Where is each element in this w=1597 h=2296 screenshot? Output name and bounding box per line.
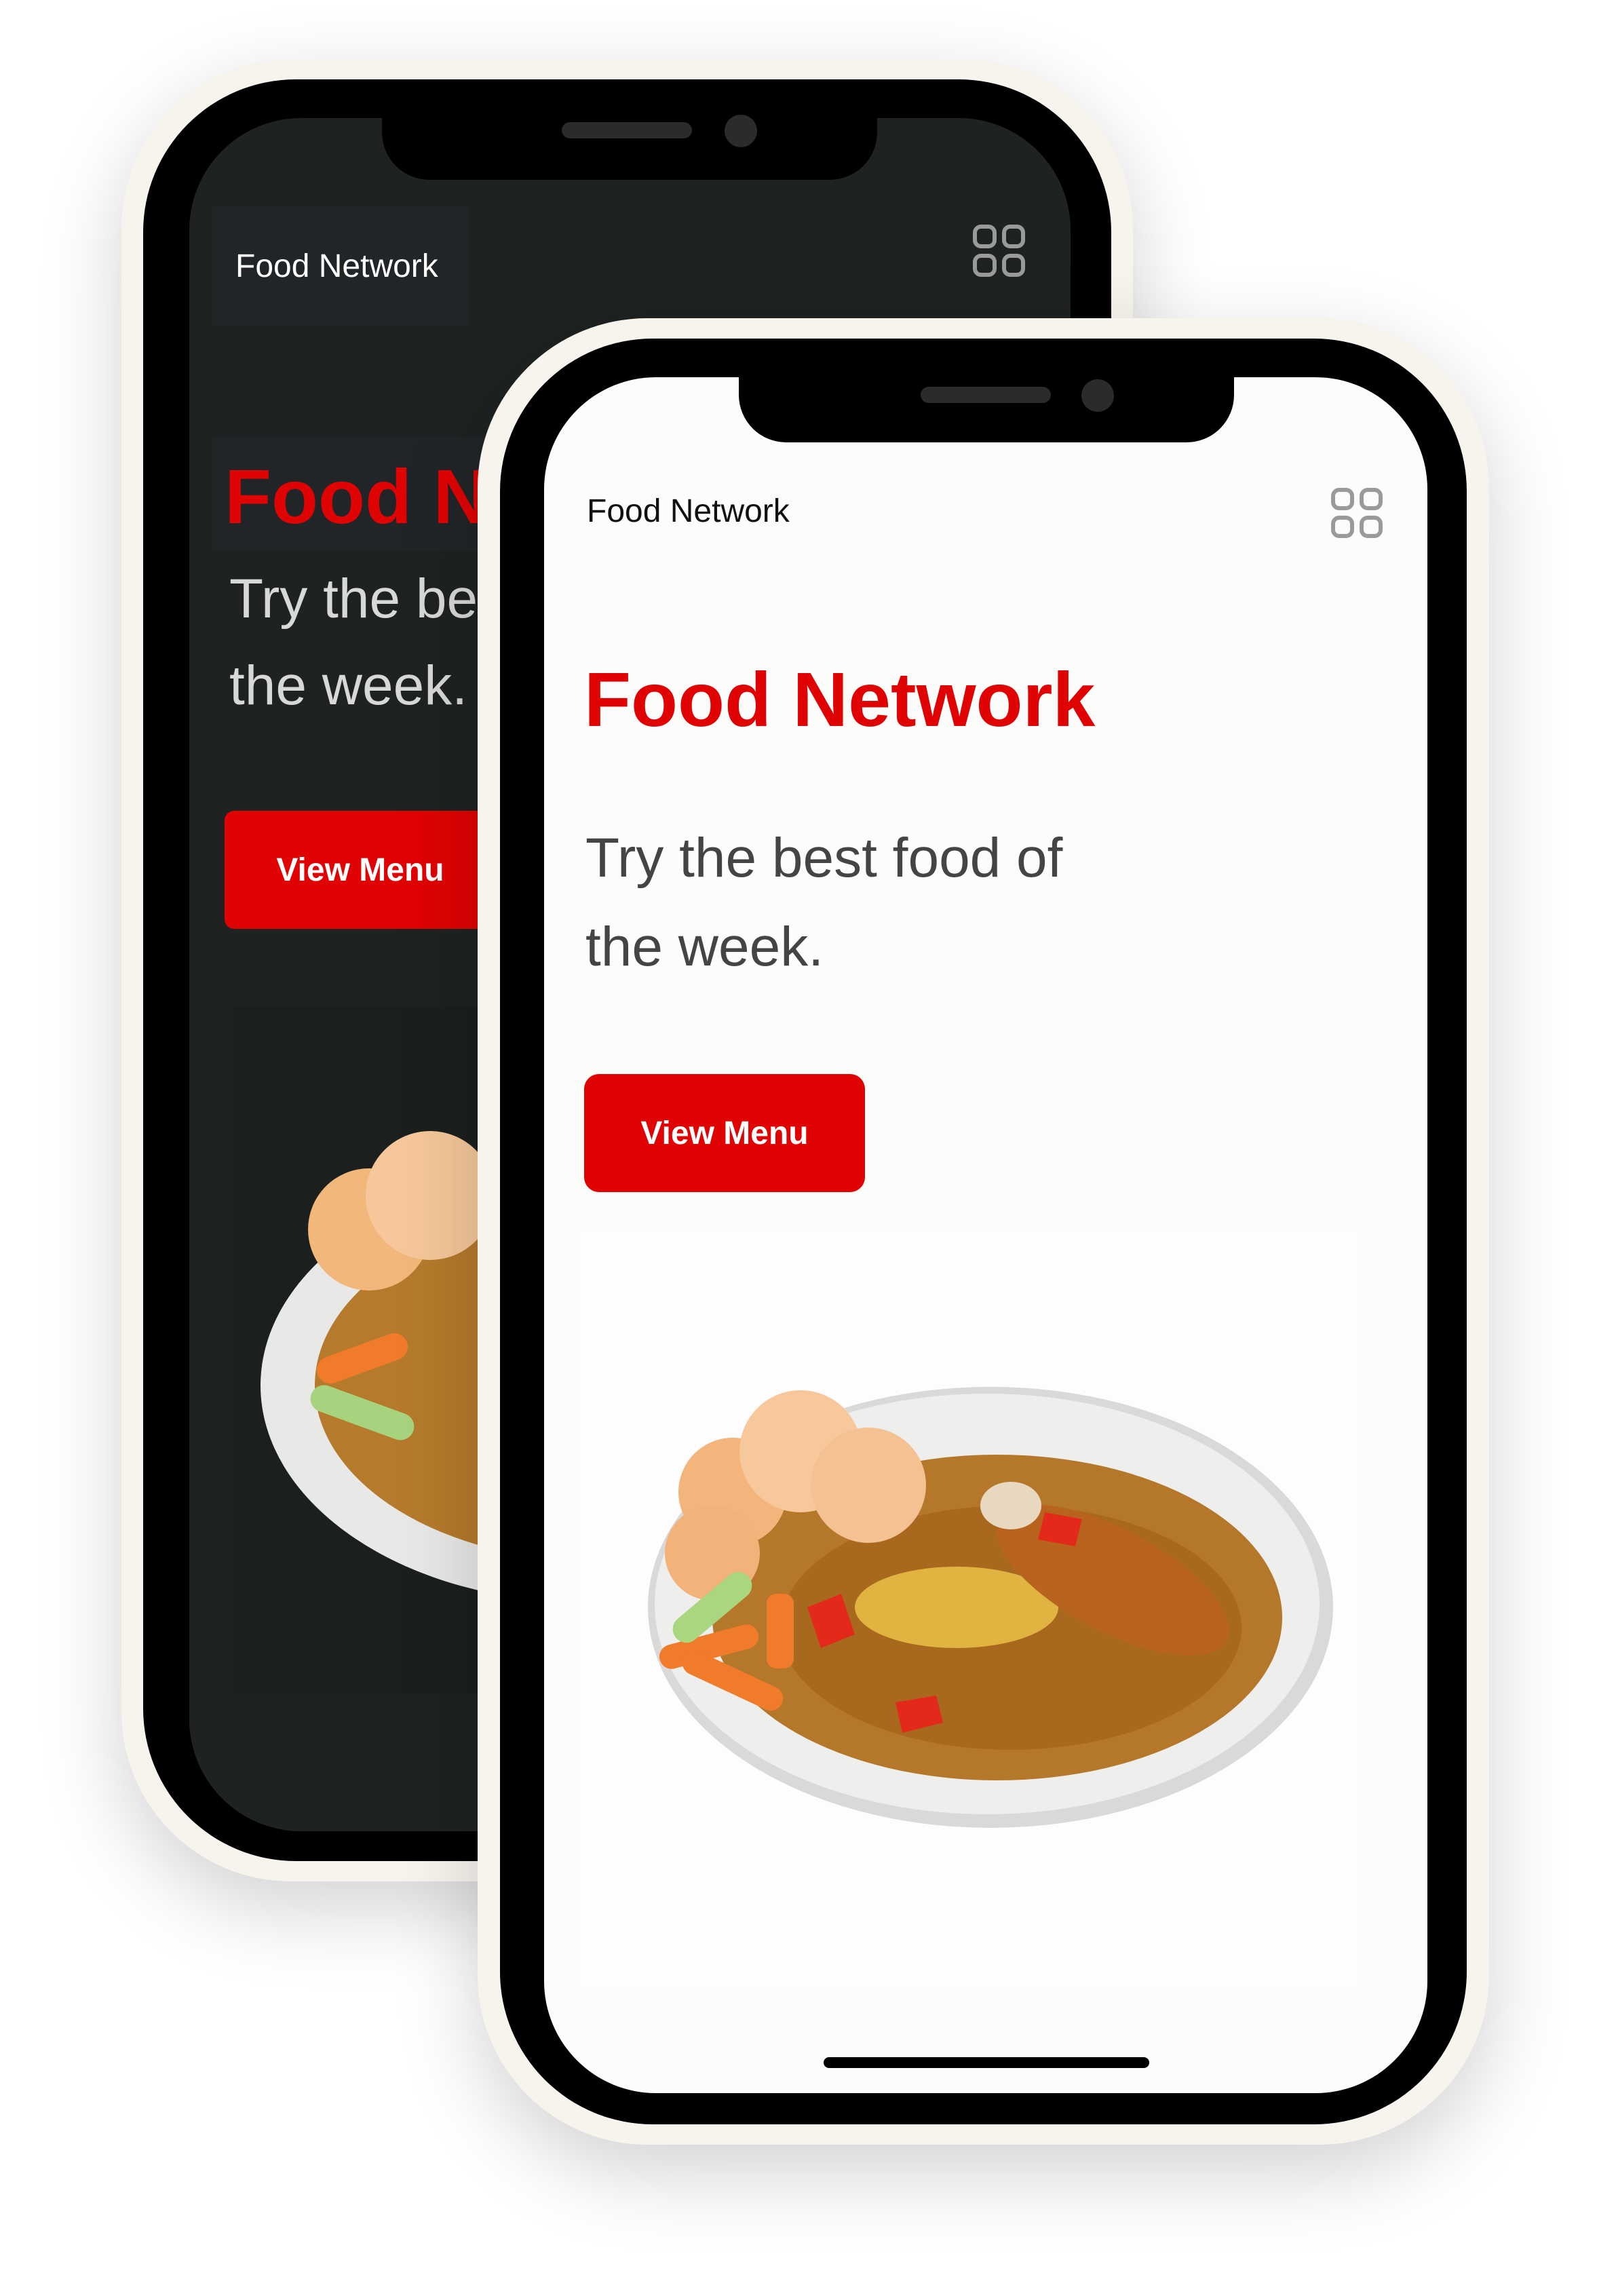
front-phone-screen: Food Network Food Network Try the best f… [544, 377, 1427, 2093]
front-food-image-area [577, 1227, 1362, 1987]
front-phone-bezel: Food Network Food Network Try the best f… [500, 339, 1467, 2124]
back-phone-notch [382, 102, 877, 180]
front-nav-brand[interactable]: Food Network [587, 493, 790, 530]
front-front-camera [1081, 379, 1114, 412]
front-view-menu-button[interactable]: View Menu [584, 1074, 865, 1192]
back-nav-bar: Food Network [212, 207, 470, 326]
front-hero-subtitle-line1: Try the best food of [585, 827, 1063, 889]
back-front-camera [725, 115, 757, 147]
home-indicator [824, 2057, 1149, 2068]
front-phone-frame: Food Network Food Network Try the best f… [478, 318, 1489, 2145]
back-nav-brand[interactable]: Food Network [235, 248, 438, 285]
front-fried-rice-plate-image [648, 1387, 1333, 1828]
back-grid-menu-icon[interactable] [973, 225, 1025, 277]
back-hero-subtitle-line2: the week. [229, 655, 467, 716]
back-speaker-grille [562, 122, 692, 138]
front-phone-notch [739, 366, 1234, 442]
front-grid-menu-icon[interactable] [1331, 488, 1383, 538]
front-hero-subtitle-line2: the week. [585, 916, 824, 978]
back-view-menu-button[interactable]: View Menu [225, 811, 496, 929]
front-speaker-grille [921, 387, 1051, 403]
front-hero-title: Food Network [584, 657, 1096, 742]
